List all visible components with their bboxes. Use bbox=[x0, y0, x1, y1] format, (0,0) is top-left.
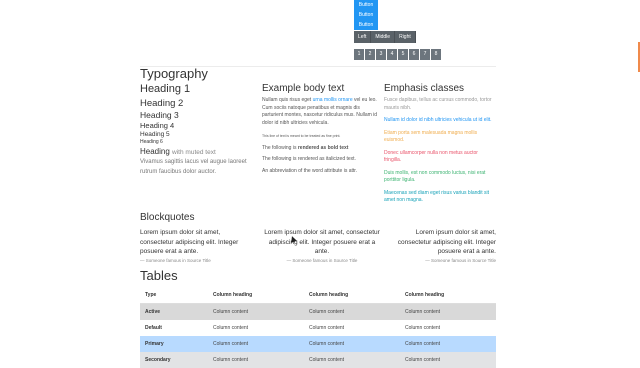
segmented-button-group: Left Middle Right bbox=[354, 31, 416, 43]
blockquote-right-text: Lorem ipsum dolor sit amet, consectetur … bbox=[397, 229, 496, 255]
table-cell: Column content bbox=[304, 336, 400, 352]
heading-3: Heading 3 bbox=[140, 110, 179, 120]
table-cell: Column content bbox=[304, 352, 400, 368]
page-5-button[interactable]: 5 bbox=[398, 49, 408, 60]
table-cell: Column content bbox=[400, 352, 496, 368]
table-header-row: Type Column heading Column heading Colum… bbox=[140, 287, 496, 304]
blockquote-center-text: Lorem ipsum dolor sit amet, consectetur … bbox=[264, 229, 380, 255]
heading-6: Heading 6 bbox=[140, 139, 163, 145]
bold-line-prefix: The following is bbox=[262, 144, 297, 151]
heading-muted: Heading with muted text bbox=[140, 147, 250, 156]
abbreviation-line: An abbreviation of the word attribute is… bbox=[262, 167, 358, 174]
blockquote-center: Lorem ipsum dolor sit amet, consectetur … bbox=[262, 228, 382, 263]
table-cell: Column content bbox=[208, 303, 304, 320]
heading-2: Heading 2 bbox=[140, 98, 184, 109]
emphasis-warning: Etiam porta sem malesuada magna mollis e… bbox=[384, 129, 478, 144]
heading-5: Heading 5 bbox=[140, 131, 170, 138]
body-paragraph-start: Nullam quis risus eget bbox=[262, 97, 312, 103]
fine-print: This line of text is meant to be treated… bbox=[262, 134, 341, 138]
blockquotes-title: Blockquotes bbox=[140, 212, 195, 223]
blockquote-right: Lorem ipsum dolor sit amet, consectetur … bbox=[384, 228, 496, 263]
page-7-button[interactable]: 7 bbox=[420, 49, 430, 60]
emphasis-title: Emphasis classes bbox=[384, 83, 465, 94]
emphasis-section: Emphasis classes Fusce dapibus, tellus a… bbox=[384, 83, 496, 205]
heading-1: Heading 1 bbox=[140, 83, 191, 95]
page-4-button[interactable]: 4 bbox=[387, 49, 397, 60]
table-cell: Column content bbox=[304, 303, 400, 320]
table-header-type: Type bbox=[140, 287, 208, 304]
segment-left-button[interactable]: Left bbox=[354, 31, 372, 43]
page-1-button[interactable]: 1 bbox=[354, 49, 364, 60]
vertical-button-1[interactable]: Button bbox=[354, 0, 378, 10]
table-cell: Column content bbox=[400, 336, 496, 352]
pagination: 1 2 3 4 5 6 7 8 bbox=[354, 49, 441, 60]
blockquote-center-footer: — Someone famous in Source Title bbox=[286, 257, 358, 263]
heading-muted-sub: with muted text bbox=[172, 149, 216, 156]
table-cell: Column content bbox=[208, 336, 304, 352]
emphasis-danger: Donec ullamcorper nulla non metus auctor… bbox=[384, 149, 478, 164]
body-paragraph-link[interactable]: urna mollis ornare bbox=[313, 97, 353, 103]
blockquote-right-footer: — Someone famous in Source Title bbox=[425, 257, 496, 263]
page-8-button[interactable]: 8 bbox=[431, 49, 441, 60]
table-header-col2: Column heading bbox=[304, 287, 400, 304]
body-paragraph: Nullam quis risus eget urna mollis ornar… bbox=[262, 97, 382, 127]
page-2-button[interactable]: 2 bbox=[365, 49, 375, 60]
segment-right-button[interactable]: Right bbox=[395, 31, 416, 43]
table-cell: Column content bbox=[208, 352, 304, 368]
blockquote-left-text: Lorem ipsum dolor sit amet, consectetur … bbox=[140, 229, 239, 255]
body-text-title: Example body text bbox=[262, 83, 345, 94]
emphasis-success: Duis mollis, est non commodo luctus, nis… bbox=[384, 169, 486, 184]
table-row-type: Secondary bbox=[140, 352, 208, 368]
vertical-button-3[interactable]: Button bbox=[354, 20, 378, 30]
emphasis-primary: Nullam id dolor id nibh ultricies vehicu… bbox=[384, 117, 492, 123]
table-row: Active Column content Column content Col… bbox=[140, 303, 496, 320]
blockquote-left-footer: — Someone famous in Source Title bbox=[140, 257, 211, 263]
italic-line: The following is rendered as italicized … bbox=[262, 156, 356, 162]
table-row: Primary Column content Column content Co… bbox=[140, 336, 496, 352]
table-cell: Column content bbox=[208, 320, 304, 336]
data-table: Type Column heading Column heading Colum… bbox=[140, 287, 496, 368]
vertical-button-2[interactable]: Button bbox=[354, 10, 378, 20]
table-row-type: Active bbox=[140, 303, 208, 320]
table-row: Default Column content Column content Co… bbox=[140, 320, 496, 336]
lead-paragraph: Vivamus sagittis lacus vel augue laoreet… bbox=[140, 159, 247, 175]
typography-title: Typography bbox=[140, 66, 208, 81]
table-row-type: Primary bbox=[140, 336, 208, 352]
table-cell: Column content bbox=[304, 320, 400, 336]
bold-line-bold: rendered as bold text bbox=[297, 144, 349, 151]
table-cell: Column content bbox=[400, 303, 496, 320]
tables-title: Tables bbox=[140, 268, 178, 283]
table-row: Secondary Column content Column content … bbox=[140, 352, 496, 368]
body-text-section: Example body text Nullam quis risus eget… bbox=[262, 83, 382, 175]
emphasis-info: Maecenas sed diam eget risus varius blan… bbox=[384, 189, 490, 204]
table-header-col3: Column heading bbox=[400, 287, 496, 304]
blockquote-left: Lorem ipsum dolor sit amet, consectetur … bbox=[140, 228, 250, 263]
heading-4: Heading 4 bbox=[140, 121, 175, 130]
typography-section: Typography Heading 1 Heading 2 Heading 3… bbox=[140, 66, 250, 177]
emphasis-muted: Fusce dapibus, tellus ac cursus commodo,… bbox=[384, 97, 492, 111]
table-row-type: Default bbox=[140, 320, 208, 336]
table-header-col1: Column heading bbox=[208, 287, 304, 304]
table-cell: Column content bbox=[400, 320, 496, 336]
heading-muted-main: Heading bbox=[140, 147, 170, 156]
bold-line: The following is rendered as bold text bbox=[262, 145, 382, 153]
page-6-button[interactable]: 6 bbox=[409, 49, 419, 60]
segment-middle-button[interactable]: Middle bbox=[371, 31, 396, 43]
page-3-button[interactable]: 3 bbox=[376, 49, 386, 60]
